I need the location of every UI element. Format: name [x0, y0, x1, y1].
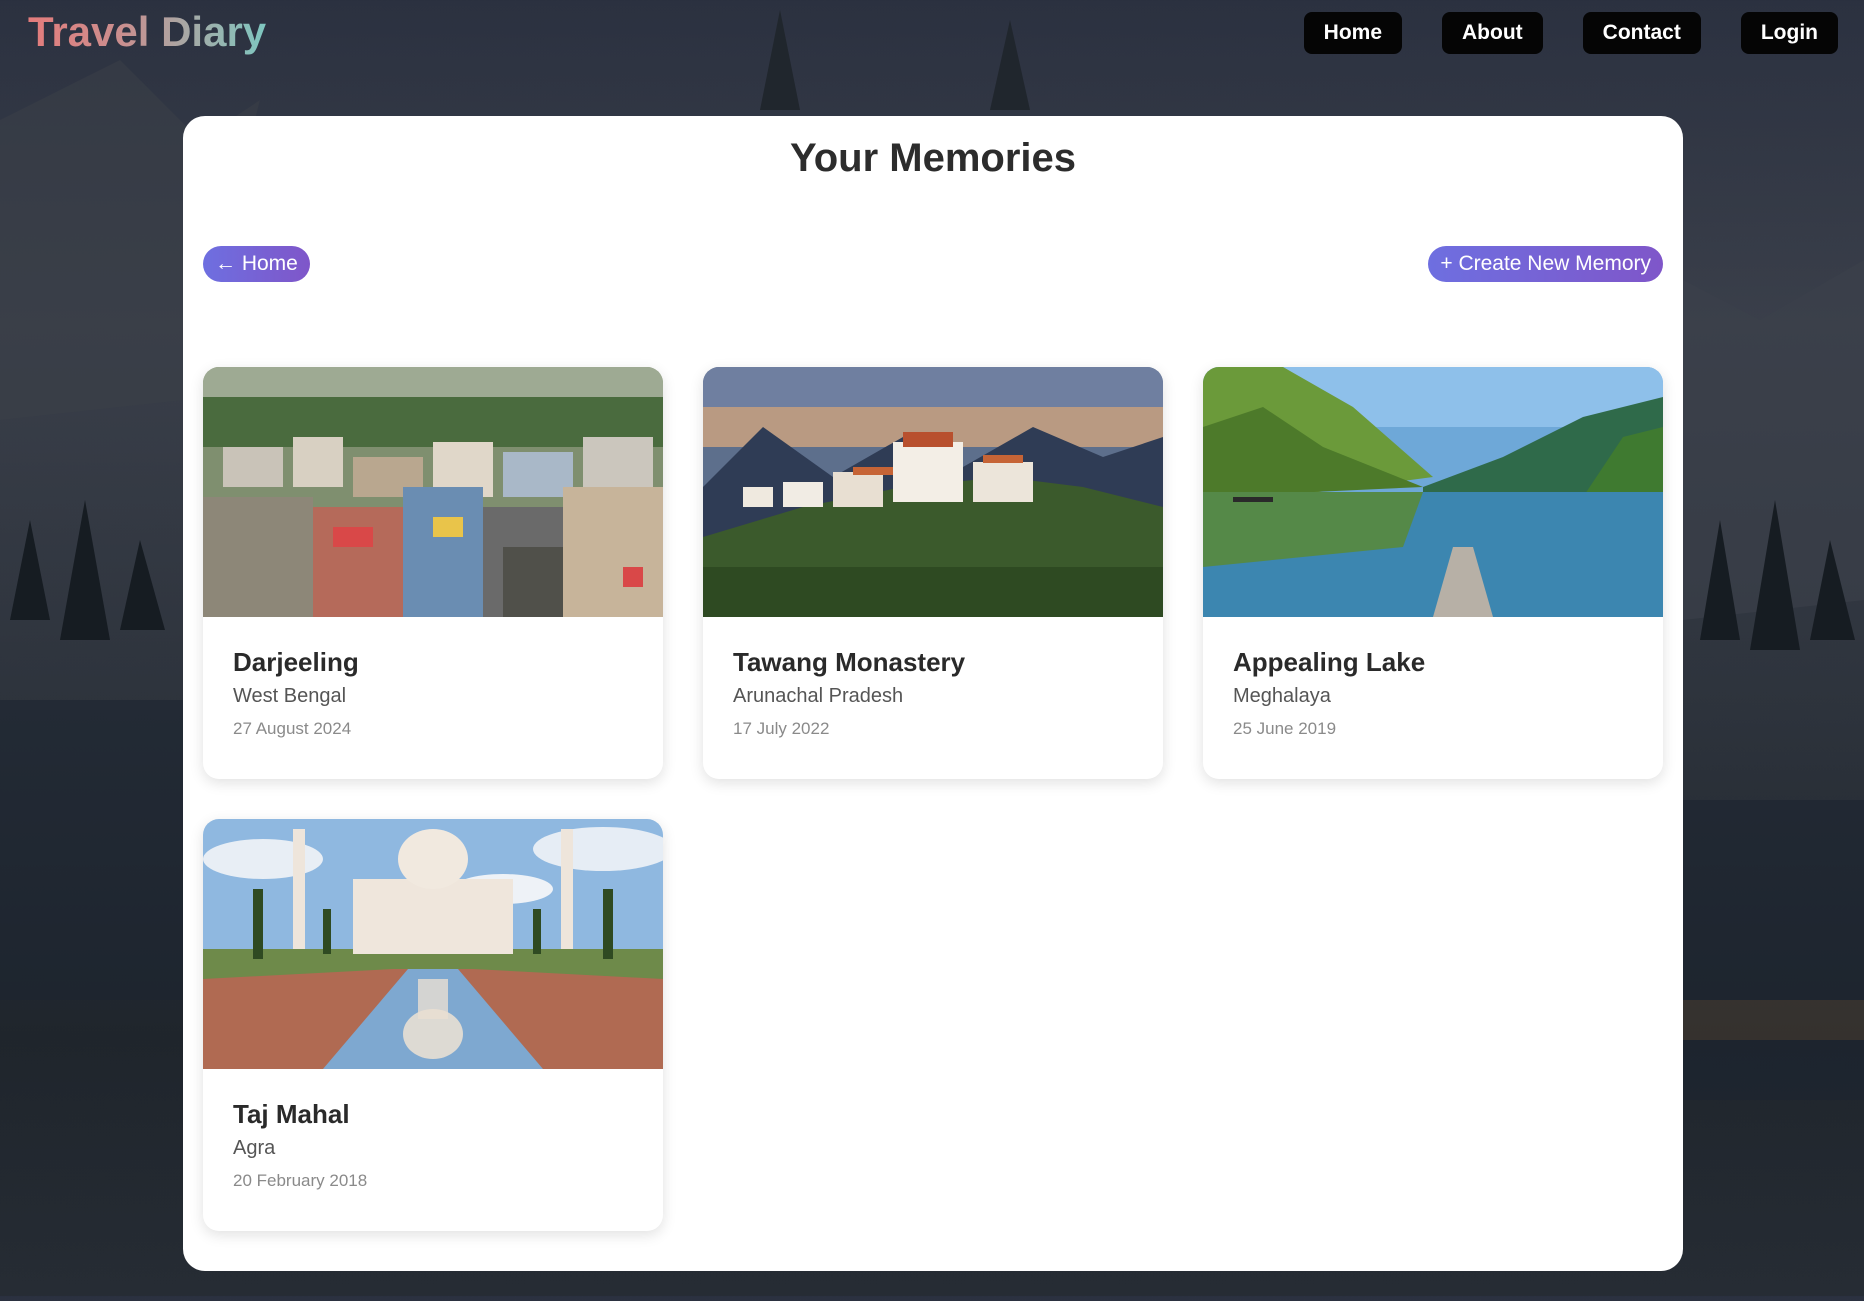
memory-location: West Bengal [233, 685, 347, 707]
memory-photo [703, 367, 1163, 617]
memory-date: 27 August 2024 [233, 719, 352, 738]
nav-contact-button[interactable]: Contact [1582, 12, 1701, 54]
memory-location: Arunachal Pradesh [733, 685, 904, 707]
memory-title: Darjeeling [233, 647, 359, 677]
top-navigation-bar: Travel Diary Home About Contact Login [0, 0, 1864, 70]
memory-photo [203, 367, 663, 617]
nav-about-button[interactable]: About [1442, 12, 1543, 54]
main-nav: Home About Contact Login [1303, 12, 1838, 54]
memory-card[interactable]: Appealing Lake Meghalaya 25 June 2019 [1203, 367, 1663, 779]
memories-panel: Your Memories ← Home + Create New Memory… [183, 116, 1683, 1271]
memory-card[interactable]: Tawang Monastery Arunachal Pradesh 17 Ju… [703, 367, 1163, 779]
memory-title: Tawang Monastery [733, 647, 966, 677]
memory-card[interactable]: Darjeeling West Bengal 27 August 2024 [203, 367, 663, 779]
memory-card[interactable]: Taj Mahal Agra 20 February 2018 [203, 819, 663, 1231]
site-logo[interactable]: Travel Diary [28, 8, 266, 56]
memory-photo [1203, 367, 1663, 617]
memory-title: Taj Mahal [233, 1099, 350, 1129]
nav-home-button[interactable]: Home [1303, 12, 1403, 54]
memory-photo [203, 819, 663, 1069]
page-title: Your Memories [790, 136, 1076, 180]
memory-date: 17 July 2022 [733, 719, 830, 738]
memory-location: Meghalaya [1233, 685, 1331, 707]
memory-location: Agra [233, 1137, 276, 1159]
memory-date: 25 June 2019 [1233, 719, 1337, 738]
memory-title: Appealing Lake [1233, 647, 1426, 677]
nav-login-button[interactable]: Login [1740, 12, 1838, 54]
memory-date: 20 February 2018 [233, 1171, 368, 1190]
create-memory-button[interactable]: + Create New Memory [1428, 246, 1663, 282]
back-home-button[interactable]: ← Home [203, 246, 310, 282]
